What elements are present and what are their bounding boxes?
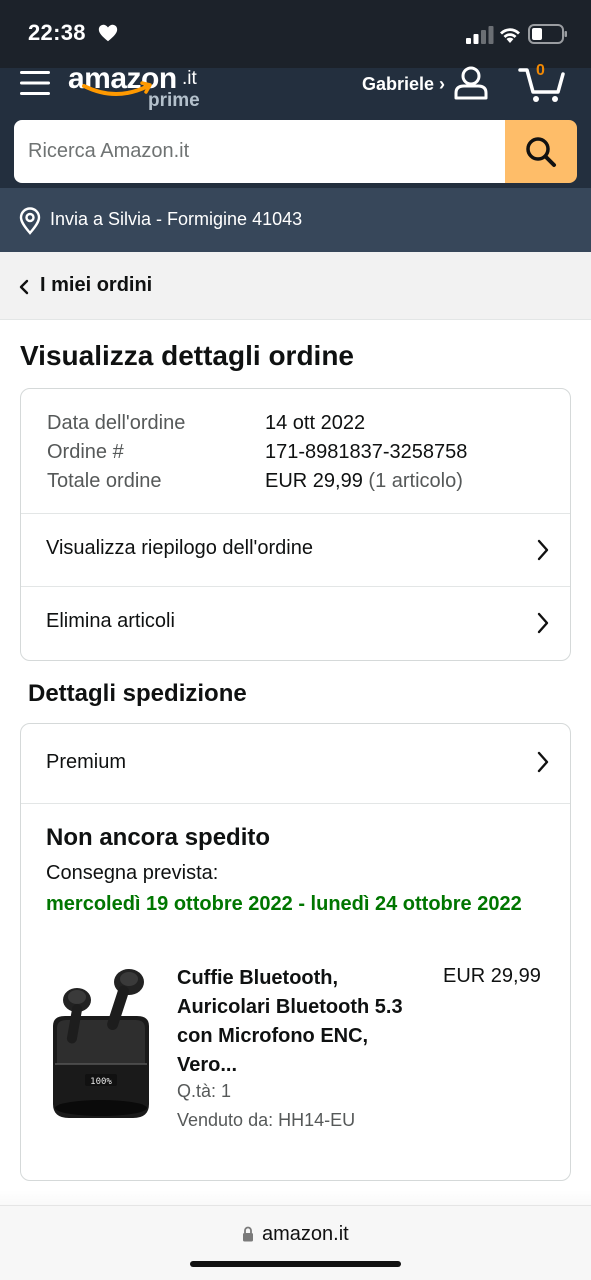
amazon-prime-logo[interactable]: amazon .it prime — [68, 62, 218, 112]
chevron-left-icon — [19, 279, 29, 295]
chevron-right-icon — [537, 751, 549, 773]
order-total-value-wrap: EUR 29,99 (1 articolo) — [265, 467, 463, 496]
delete-items-link[interactable]: Elimina articoli — [21, 586, 570, 659]
view-order-summary-link[interactable]: Visualizza riepilogo dell'ordine — [21, 513, 570, 586]
order-info-grid: Data dell'ordine 14 ott 2022 Ordine # 17… — [47, 409, 547, 496]
order-number-label: Ordine # — [47, 441, 124, 463]
order-date-label: Data dell'ordine — [47, 412, 186, 434]
product-title-link[interactable]: Cuffie Bluetooth, Auricolari Bluetooth 5… — [177, 964, 427, 1080]
logo-tld: .it — [182, 68, 197, 89]
product-seller: Venduto da: HH14-EU — [177, 1110, 356, 1130]
hamburger-menu-icon[interactable] — [20, 70, 50, 96]
product-price: EUR 29,99 — [443, 965, 541, 987]
deliver-to-bar[interactable]: Invia a Silvia - Formigine 41043 — [0, 188, 591, 252]
account-link[interactable]: Gabriele › — [362, 74, 445, 95]
svg-text:100%: 100% — [90, 1077, 112, 1087]
browser-url-bar[interactable]: amazon.it — [0, 1205, 591, 1280]
delivery-eta-dates: mercoledì 19 ottobre 2022 - lunedì 24 ot… — [46, 893, 522, 915]
url-domain: amazon.it — [262, 1223, 349, 1245]
order-total-row: Totale ordine EUR 29,99 (1 articolo) — [47, 467, 547, 496]
cellular-signal-icon — [466, 26, 494, 44]
delete-items-label: Elimina articoli — [46, 610, 175, 632]
search-input[interactable] — [14, 120, 514, 183]
breadcrumb-my-orders: I miei ordini — [40, 274, 153, 296]
breadcrumb[interactable]: I miei ordini — [0, 252, 591, 320]
chevron-right-icon — [537, 539, 549, 561]
amazon-header: amazon .it prime Gabriele › 0 — [0, 62, 591, 188]
product-image-earbuds[interactable]: 100% — [45, 964, 155, 1124]
user-icon[interactable] — [453, 66, 489, 100]
shipping-method-label: Premium — [46, 751, 127, 773]
status-bar: 22:38 — [0, 0, 591, 68]
order-date-value: 14 ott 2022 — [265, 412, 366, 434]
chevron-right-icon — [537, 612, 549, 634]
order-info-card: Data dell'ordine 14 ott 2022 Ordine # 17… — [20, 388, 571, 661]
order-total-label: Totale ordine — [47, 470, 162, 492]
search-icon — [526, 136, 556, 167]
home-indicator[interactable] — [190, 1261, 401, 1267]
shipping-method-row[interactable]: Premium — [21, 724, 570, 804]
page-title: Visualizza dettagli ordine — [20, 340, 355, 371]
order-date-row: Data dell'ordine 14 ott 2022 — [47, 409, 547, 438]
order-number-row: Ordine # 171-8981837-3258758 — [47, 438, 547, 467]
cart-count-badge: 0 — [536, 62, 545, 79]
delivery-eta-label: Consegna prevista: — [46, 862, 219, 884]
deliver-to-text: Invia a Silvia - Formigine 41043 — [50, 209, 303, 229]
product-quantity: Q.tà: 1 — [177, 1081, 232, 1101]
shipment-card: Premium Non ancora spedito Consegna prev… — [20, 723, 571, 1181]
search-button[interactable] — [505, 120, 577, 183]
order-number-value: 171-8981837-3258758 — [265, 441, 468, 463]
shipment-status: Non ancora spedito — [46, 824, 271, 851]
amazon-smile-icon — [82, 81, 152, 96]
heart-icon — [98, 24, 118, 42]
battery-icon — [528, 24, 567, 44]
location-pin-icon — [19, 207, 41, 235]
logo-prime: prime — [148, 90, 200, 111]
lock-icon — [243, 1226, 253, 1242]
shipping-section-title: Dettagli spedizione — [28, 680, 247, 707]
status-time: 22:38 — [28, 20, 86, 45]
wifi-icon — [500, 28, 520, 43]
order-item-count: (1 articolo) — [368, 470, 463, 492]
view-order-summary-label: Visualizza riepilogo dell'ordine — [46, 537, 313, 559]
order-total-value: EUR 29,99 — [265, 470, 363, 492]
search-bar — [14, 120, 577, 183]
